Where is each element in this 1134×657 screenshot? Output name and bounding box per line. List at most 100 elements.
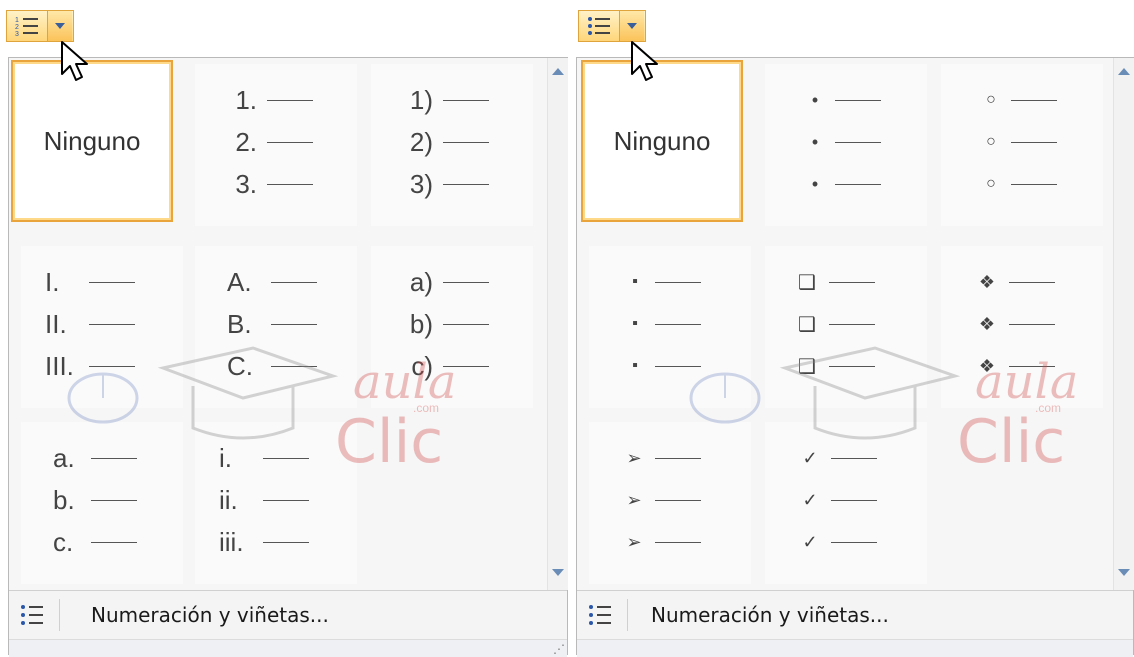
bullets-dropdown-button[interactable] [620, 11, 644, 41]
numbering-none-option[interactable]: Ninguno [11, 60, 173, 222]
list-row: 1. [207, 80, 313, 120]
list-marker: ○ [986, 175, 996, 192]
list-marker: ❑ [798, 313, 816, 336]
list-row: a. [53, 438, 137, 478]
bullet-option-hollow-square[interactable]: ❑ ❑ ❑ [765, 246, 927, 408]
numbering-option-alpha-lower-period[interactable]: a. b. c. [21, 422, 183, 584]
bulleted-list-icon [21, 605, 43, 625]
list-marker: 2. [235, 126, 257, 157]
scroll-up-icon[interactable] [1118, 68, 1130, 75]
menu-item-label: Numeración y viñetas... [651, 603, 889, 627]
list-row: c) [383, 346, 489, 386]
list-marker: c. [53, 526, 74, 557]
list-row: ✓ [799, 522, 877, 562]
list-row: • [805, 80, 881, 120]
list-marker: I. [45, 266, 60, 297]
list-marker: B. [227, 308, 252, 339]
list-marker: a) [409, 266, 433, 297]
svg-text:2: 2 [15, 24, 19, 31]
list-marker: ii. [219, 484, 238, 515]
numbering-option-roman-upper[interactable]: I. II. III. [21, 246, 183, 408]
list-row: b. [53, 480, 137, 520]
list-row: a) [383, 262, 489, 302]
numbering-dropdown-button[interactable] [48, 11, 72, 41]
list-row: A. [227, 262, 317, 302]
mouse-pointer-icon [631, 41, 658, 81]
mouse-pointer-icon [61, 41, 88, 81]
list-marker: C. [227, 350, 253, 381]
resize-grip[interactable] [577, 639, 1133, 657]
list-marker: ❑ [798, 271, 816, 294]
scroll-down-icon[interactable] [552, 569, 564, 576]
list-marker: c) [411, 350, 433, 381]
list-row: 3. [207, 164, 313, 204]
define-numbering-menu-item[interactable]: Numeración y viñetas... [9, 590, 567, 639]
list-row: ▪ [625, 346, 701, 386]
list-row: ▪ [625, 304, 701, 344]
list-marker: III. [45, 350, 74, 381]
gallery-scrollbar[interactable] [1113, 58, 1134, 590]
bullets-button[interactable] [579, 11, 620, 41]
list-marker: II. [45, 308, 67, 339]
list-row: b) [383, 304, 489, 344]
list-row: c. [53, 522, 137, 562]
dropdown-arrow-icon [55, 23, 65, 29]
list-row: B. [227, 304, 317, 344]
watermark-clic: Clic [957, 407, 1065, 468]
gallery-scrollbar[interactable] [547, 58, 568, 590]
numbering-library-panel: Ninguno 1. 2. 3. 1) 2) 3) I. II. III. A.… [8, 57, 568, 657]
list-marker: ➢ [626, 489, 642, 510]
bullet-option-dot[interactable]: • • • [765, 64, 927, 226]
list-row: ○ [981, 164, 1057, 204]
numbering-split-button[interactable]: 1 2 3 [6, 10, 74, 42]
list-marker: a. [53, 442, 75, 473]
numbering-option-alpha-upper[interactable]: A. B. C. [195, 246, 357, 408]
list-row: 2) [383, 122, 489, 162]
numbering-button[interactable]: 1 2 3 [7, 11, 48, 41]
numbered-list-icon: 1 2 3 [15, 17, 38, 37]
none-label: Ninguno [43, 125, 141, 156]
bullet-option-square[interactable]: ▪ ▪ ▪ [589, 246, 751, 408]
list-marker: 1) [409, 84, 433, 115]
list-row: ❖ [975, 346, 1055, 386]
grip-dots-icon: ⋰ [553, 642, 565, 656]
list-row: ❖ [975, 304, 1055, 344]
numbering-option-alpha-lower-paren[interactable]: a) b) c) [371, 246, 533, 408]
list-marker: ○ [986, 91, 996, 108]
list-marker: ▪ [632, 273, 638, 290]
list-marker: b. [53, 484, 75, 515]
numbering-option-roman-lower[interactable]: i. ii. iii. [195, 422, 357, 584]
scroll-up-icon[interactable] [552, 68, 564, 75]
bullet-option-diamond[interactable]: ❖ ❖ ❖ [941, 246, 1103, 408]
numbering-option-arabic-period[interactable]: 1. 2. 3. [195, 64, 357, 226]
list-row: ➢ [623, 480, 701, 520]
list-row: I. [45, 262, 135, 302]
list-row: 3) [383, 164, 489, 204]
bullet-option-circle[interactable]: ○ ○ ○ [941, 64, 1103, 226]
bullet-none-option[interactable]: Ninguno [581, 60, 743, 222]
list-marker: A. [227, 266, 252, 297]
list-marker: • [811, 131, 819, 152]
list-row: ➢ [623, 438, 701, 478]
scroll-down-icon[interactable] [1118, 569, 1130, 576]
bulleted-list-icon [589, 605, 611, 625]
none-label: Ninguno [613, 125, 711, 156]
list-marker: iii. [219, 526, 244, 557]
list-row: III. [45, 346, 135, 386]
list-row: C. [227, 346, 317, 386]
svg-text:3: 3 [15, 31, 19, 37]
menu-item-label: Numeración y viñetas... [91, 603, 329, 627]
bullet-option-arrow[interactable]: ➢ ➢ ➢ [589, 422, 751, 584]
list-row: ❑ [795, 304, 875, 344]
dropdown-arrow-icon [627, 23, 637, 29]
list-row: ○ [981, 122, 1057, 162]
resize-grip[interactable]: ⋰ [9, 639, 567, 657]
bulleted-list-icon [588, 17, 610, 35]
define-bullet-menu-item[interactable]: Numeración y viñetas... [577, 590, 1133, 639]
bullet-option-check[interactable]: ✓ ✓ ✓ [765, 422, 927, 584]
list-marker: ✓ [802, 531, 818, 552]
list-marker: ❖ [978, 271, 996, 292]
list-marker: b) [409, 308, 433, 339]
numbering-option-arabic-paren[interactable]: 1) 2) 3) [371, 64, 533, 226]
bullets-split-button[interactable] [578, 10, 646, 42]
